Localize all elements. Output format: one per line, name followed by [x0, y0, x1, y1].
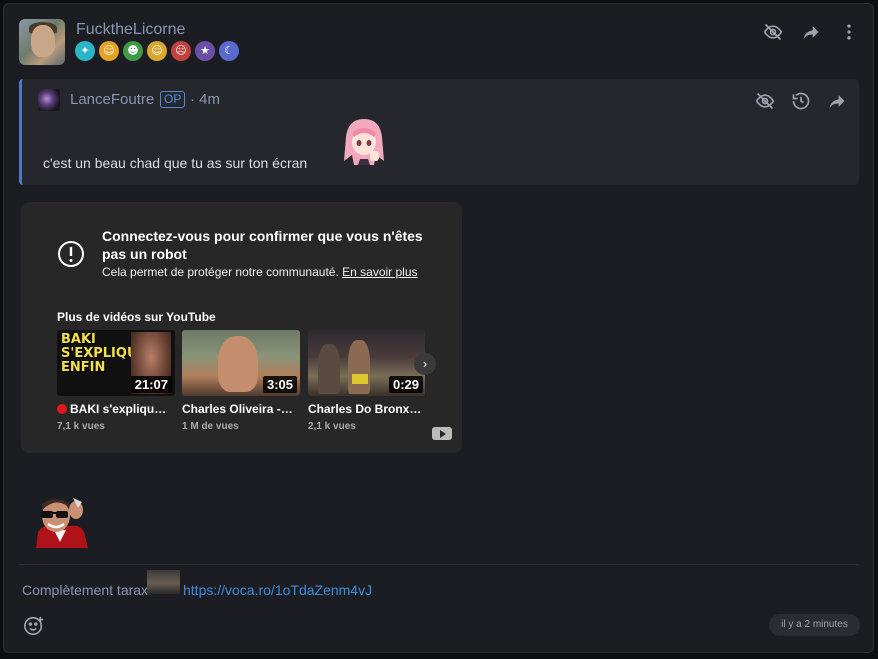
quote-time: · 4m [190, 91, 220, 108]
video-title: Charles Do Bronx U... [308, 402, 422, 416]
signin-subtitle-text: Cela permet de protéger notre communauté… [102, 265, 339, 279]
thumbnail-person [318, 344, 340, 394]
video-views: 1 M de vues [182, 421, 239, 432]
post-timestamp: il y a 2 minutes [769, 614, 860, 636]
angry-badge-icon: ☹ [171, 41, 191, 61]
smile-badge-icon: ☺ [99, 41, 119, 61]
share-icon[interactable] [827, 91, 847, 111]
share-icon[interactable] [801, 22, 821, 42]
next-arrow-icon[interactable]: › [414, 353, 436, 375]
video-duration: 0:29 [388, 376, 423, 393]
video-title: Charles Oliveira - Ga... [182, 402, 296, 416]
video-thumbnail[interactable]: 3:05 [182, 330, 300, 396]
live-dot-icon [57, 404, 67, 414]
video-duration: 21:07 [130, 376, 172, 393]
video-thumbnail[interactable]: 0:29 [308, 330, 425, 396]
quote-avatar[interactable] [38, 89, 60, 111]
alert-icon [58, 241, 84, 267]
youtube-embed[interactable]: Connectez-vous pour confirmer que vous n… [21, 202, 462, 453]
thumbnail-person [348, 340, 370, 394]
quote-username[interactable]: LanceFoutre [70, 91, 154, 108]
quote-text: c'est un beau chad que tu as sur ton écr… [43, 155, 308, 171]
avatar-face [31, 25, 55, 57]
video-thumbnail[interactable]: BAKI S'EXPLIQUE ENFIN 21:07 [57, 330, 175, 396]
signin-subtitle: Cela permet de protéger notre communauté… [102, 265, 418, 279]
quoted-message: LanceFoutre OP · 4m c'est un beau chad q… [19, 79, 859, 185]
hide-icon[interactable] [755, 91, 775, 111]
video-card[interactable]: 0:29 Charles Do Bronx U... 2,1 k vues [308, 330, 425, 432]
youtube-logo-icon[interactable] [432, 427, 452, 440]
moon-badge-icon: ☾ [219, 41, 239, 61]
forum-post: FucktheLicorne ✦ ☺ ☻ ☺ ☹ ★ ☾ LanceFoutre… [3, 3, 874, 653]
sunglasses-man-sticker [36, 498, 88, 548]
video-carousel: BAKI S'EXPLIQUE ENFIN 21:07 BAKI s'expli… [57, 330, 425, 440]
elf-badge-icon: ☻ [123, 41, 143, 61]
history-icon[interactable] [791, 91, 811, 111]
more-videos-heading: Plus de vidéos sur YouTube [57, 310, 216, 324]
laugh-badge-icon: ☺ [147, 41, 167, 61]
video-title: BAKI s'explique ENFIN [57, 402, 171, 416]
video-title-text: BAKI s'explique ENFIN [70, 402, 171, 416]
diamond-badge-icon: ✦ [75, 41, 95, 61]
wizard-badge-icon: ★ [195, 41, 215, 61]
user-avatar[interactable] [19, 19, 65, 65]
signin-title: Connectez-vous pour confirmer que vous n… [102, 228, 423, 262]
video-views: 2,1 k vues [308, 421, 356, 432]
post-text: Complètement tarax [22, 582, 149, 598]
thumbnail-detail [352, 374, 368, 384]
anime-girl-sticker [344, 119, 384, 165]
video-views: 7,1 k vues [57, 421, 105, 432]
inline-sticker [147, 570, 180, 594]
video-card[interactable]: BAKI S'EXPLIQUE ENFIN 21:07 BAKI s'expli… [57, 330, 175, 432]
quote-actions [755, 91, 847, 111]
learn-more-link[interactable]: En savoir plus [342, 265, 417, 279]
more-icon[interactable] [839, 22, 859, 42]
post-actions [763, 22, 859, 42]
thumbnail-caption: BAKI S'EXPLIQUE ENFIN [61, 332, 147, 375]
video-card[interactable]: 3:05 Charles Oliveira - Ga... 1 M de vue… [182, 330, 300, 432]
video-duration: 3:05 [262, 376, 297, 393]
divider [19, 564, 859, 565]
badge-list: ✦ ☺ ☻ ☺ ☹ ★ ☾ [75, 41, 239, 61]
op-badge: OP [160, 91, 186, 108]
hide-icon[interactable] [763, 22, 783, 42]
audio-link[interactable]: https://voca.ro/1oTdaZenm4vJ [183, 582, 372, 598]
post-username[interactable]: FucktheLicorne [76, 21, 185, 39]
thumbnail-person [218, 336, 258, 392]
add-reaction-icon[interactable] [23, 615, 45, 637]
